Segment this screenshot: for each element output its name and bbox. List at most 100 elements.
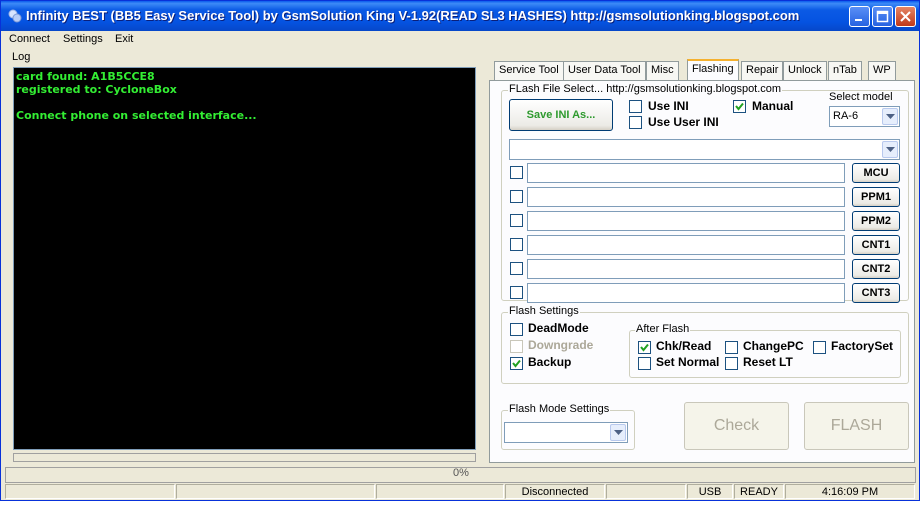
dropdown-arrow-icon [614,430,623,435]
minimize-icon [855,19,862,21]
chk-read-label: Chk/Read [656,339,712,353]
cnt3-file-field[interactable] [527,283,845,303]
status-panel-2 [176,484,375,499]
model-dropdown-button[interactable] [882,108,898,125]
save-ini-button[interactable]: Save INI As... [509,99,613,131]
ppm2-file-field[interactable] [527,211,845,231]
after-flash-title: After Flash [635,323,691,335]
manual-checkbox[interactable] [733,100,746,113]
deadmode-label: DeadMode [528,321,589,335]
flash-mode-group: Flash Mode Settings [501,403,635,450]
downgrade-checkbox [510,340,523,353]
status-port: USB [687,484,733,499]
use-ini-checkbox[interactable] [629,100,642,113]
tab-wp[interactable]: WP [868,61,896,80]
flash-mode-select[interactable] [504,422,628,443]
tab-repair[interactable]: Repair [741,61,784,80]
cnt1-file-field[interactable] [527,235,845,255]
factory-set-label: FactorySet [831,339,894,353]
use-user-ini-checkbox[interactable] [629,116,642,129]
flash-file-combo[interactable] [509,139,900,160]
status-panel-5 [606,484,686,499]
select-model-label: Select model [829,91,893,103]
window-title: Infinity BEST (BB5 Easy Service Tool) by… [26,8,800,23]
flash-settings-group: Flash Settings DeadMode Downgrade Backup… [501,305,909,384]
flash-button[interactable]: FLASH [804,402,909,450]
cnt3-button[interactable]: CNT3 [852,283,900,303]
log-line: registered to: CycloneBox [16,83,177,96]
ppm1-file-field[interactable] [527,187,845,207]
menu-bar: Connect Settings Exit [1,31,919,49]
maximize-button[interactable] [872,6,893,27]
mcu-checkbox[interactable] [510,166,523,179]
status-panel-1 [5,484,175,499]
status-state: READY [734,484,784,499]
main-window: Infinity BEST (BB5 Easy Service Tool) by… [0,0,920,501]
ppm2-button[interactable]: PPM2 [852,211,900,231]
menu-exit[interactable]: Exit [115,33,133,45]
flash-file-dropdown-button[interactable] [882,141,898,158]
mcu-button[interactable]: MCU [852,163,900,183]
dropdown-arrow-icon [886,147,895,152]
close-button[interactable] [895,6,916,27]
ppm1-checkbox[interactable] [510,190,523,203]
reset-lt-checkbox[interactable] [725,357,738,370]
backup-checkbox[interactable] [510,357,523,370]
minimize-button[interactable] [849,6,870,27]
menu-connect[interactable]: Connect [9,33,50,45]
cnt1-button[interactable]: CNT1 [852,235,900,255]
cnt2-checkbox[interactable] [510,262,523,275]
check-button[interactable]: Check [684,402,789,450]
change-pc-checkbox[interactable] [725,341,738,354]
status-time: 4:16:09 PM [785,484,915,499]
maximize-icon [876,10,889,23]
tab-misc[interactable]: Misc [646,61,679,80]
log-line: Connect phone on selected interface... [16,109,257,122]
use-user-ini-label: Use User INI [648,115,719,129]
tab-ntab[interactable]: nTab [828,61,862,80]
cnt3-checkbox[interactable] [510,286,523,299]
flash-mode-title: Flash Mode Settings [508,403,611,415]
flash-settings-title: Flash Settings [508,305,580,317]
chk-read-checkbox[interactable] [638,341,651,354]
status-panel-3 [376,484,504,499]
set-normal-checkbox[interactable] [638,357,651,370]
backup-label: Backup [528,355,572,369]
flash-mode-dropdown-button[interactable] [610,424,626,441]
check-icon [735,102,744,111]
cnt2-button[interactable]: CNT2 [852,259,900,279]
tab-unlock[interactable]: Unlock [783,61,827,80]
flashing-panel: FLash File Select... http://gsmsolutionk… [489,80,915,463]
model-select[interactable]: RA-6 [829,106,900,127]
reset-lt-label: Reset LT [743,355,793,369]
change-pc-label: ChangePC [743,339,804,353]
title-bar[interactable]: Infinity BEST (BB5 Easy Service Tool) by… [1,1,919,31]
dropdown-arrow-icon [886,114,895,119]
tab-flashing[interactable]: Flashing [687,59,739,81]
log-label: Log [12,51,31,63]
mcu-file-field[interactable] [527,163,845,183]
progress-text: 0% [453,467,469,479]
tab-service-tool[interactable]: Service Tool [494,61,564,80]
log-output[interactable]: card found: A1B5CCE8 registered to: Cycl… [13,67,476,450]
cnt2-file-field[interactable] [527,259,845,279]
check-icon [640,343,649,352]
downgrade-label: Downgrade [528,338,594,352]
flash-file-group: FLash File Select... http://gsmsolutionk… [501,83,909,303]
log-scrollbar[interactable] [13,453,476,462]
set-normal-label: Set Normal [656,355,720,369]
use-ini-label: Use INI [648,99,689,113]
status-connection: Disconnected [505,484,605,499]
ppm1-button[interactable]: PPM1 [852,187,900,207]
menu-settings[interactable]: Settings [63,33,103,45]
model-select-value: RA-6 [833,110,859,122]
flash-file-group-title: FLash File Select... http://gsmsolutionk… [508,83,783,95]
deadmode-checkbox[interactable] [510,323,523,336]
factory-set-checkbox[interactable] [813,341,826,354]
ppm2-checkbox[interactable] [510,214,523,227]
tab-user-data-tool[interactable]: User Data Tool [563,61,646,80]
manual-label: Manual [752,99,794,113]
cnt1-checkbox[interactable] [510,238,523,251]
app-icon [8,9,22,23]
